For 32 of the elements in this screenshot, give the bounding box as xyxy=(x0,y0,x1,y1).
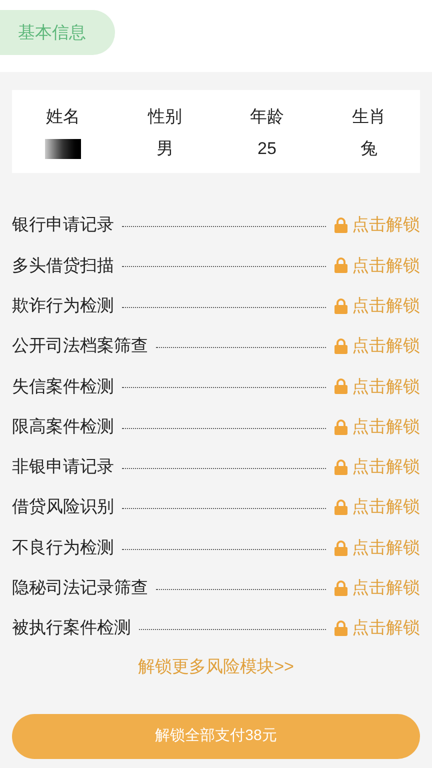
module-name: 多头借贷扫描 xyxy=(12,254,114,277)
basic-info-tab[interactable]: 基本信息 xyxy=(0,10,115,55)
unlock-link[interactable]: 点击解锁 xyxy=(334,575,420,601)
module-name: 银行申请记录 xyxy=(12,214,114,236)
value-text: 25 xyxy=(258,139,276,160)
module-name: 失信案件检测 xyxy=(12,376,114,398)
unlock-link[interactable]: 点击解锁 xyxy=(334,494,420,520)
module-name: 公开司法档案筛查 xyxy=(12,335,148,358)
unlock-link[interactable]: 点击解锁 xyxy=(334,292,420,318)
column-header: 性别 xyxy=(148,106,182,128)
module-name: 隐秘司法记录筛查 xyxy=(12,577,148,600)
module-name: 限高案件检测 xyxy=(12,416,114,438)
unlock-link[interactable]: 点击解锁 xyxy=(334,212,420,238)
unlock-link[interactable]: 点击解锁 xyxy=(334,615,420,641)
value-text: 男 xyxy=(156,139,174,160)
module-name: 欺诈行为检测 xyxy=(12,294,114,317)
pay-button[interactable]: 解锁全部支付38元 xyxy=(12,714,420,759)
unlock-more-link[interactable]: 解锁更多风险模块>> xyxy=(138,654,294,680)
module-name: 被执行案件检测 xyxy=(12,617,131,640)
column-header: 姓名 xyxy=(46,106,80,128)
unlock-link[interactable]: 点击解锁 xyxy=(334,252,420,278)
unlock-link[interactable]: 点击解锁 xyxy=(334,414,420,440)
unlock-link[interactable]: 点击解锁 xyxy=(334,374,420,400)
module-name: 借贷风险识别 xyxy=(12,496,114,518)
column-header: 年龄 xyxy=(250,106,284,128)
value-text: 兔 xyxy=(360,139,378,160)
column-header: 生肖 xyxy=(352,106,386,128)
unlock-link[interactable]: 点击解锁 xyxy=(334,333,420,359)
module-name: 不良行为检测 xyxy=(12,536,114,559)
unlock-link[interactable]: 点击解锁 xyxy=(334,534,420,560)
unlock-link[interactable]: 点击解锁 xyxy=(334,454,420,480)
module-name: 非银申请记录 xyxy=(12,456,114,478)
